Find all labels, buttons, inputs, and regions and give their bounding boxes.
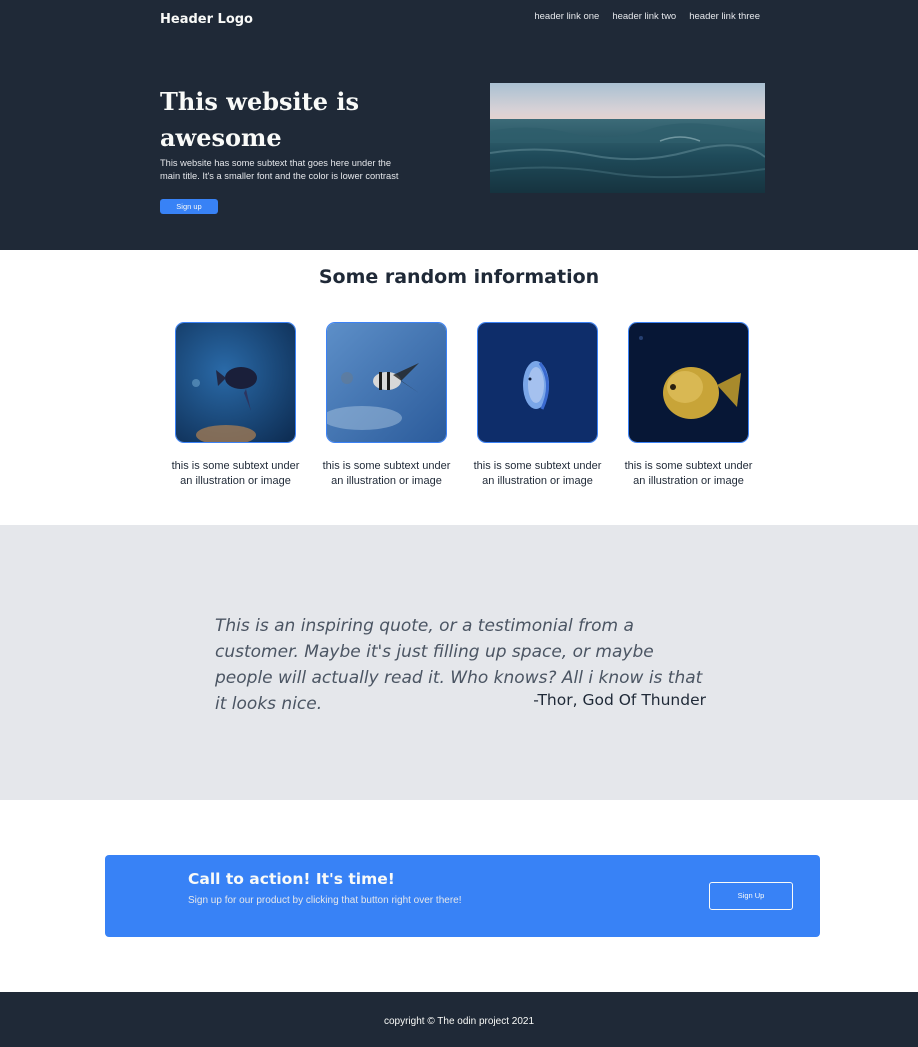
- hero-title: This website is awesome: [160, 87, 359, 152]
- yellow-fish-image: [628, 322, 749, 443]
- hero-subtext: This website has some subtext that goes …: [160, 158, 399, 181]
- header-link-one[interactable]: header link one: [534, 11, 599, 22]
- header-nav: header link one header link two header l…: [534, 11, 760, 22]
- cta-signup-button[interactable]: Sign Up: [709, 882, 793, 910]
- header-link-two[interactable]: header link two: [612, 11, 676, 22]
- call-to-action-banner: Call to action! It's time! Sign up for o…: [105, 855, 820, 937]
- card-subtext: this is some subtext under an illustrati…: [473, 460, 602, 487]
- card-subtext: this is some subtext under an illustrati…: [322, 460, 451, 487]
- striped-fish-image: [326, 322, 447, 443]
- info-card: this is some subtext under an illustrati…: [474, 322, 601, 489]
- info-cards: this is some subtext under an illustrati…: [172, 322, 752, 489]
- footer: copyright © The odin project 2021: [0, 992, 918, 1047]
- info-section-title: Some random information: [318, 266, 600, 288]
- header-logo[interactable]: Header Logo: [160, 12, 253, 27]
- card-subtext: this is some subtext under an illustrati…: [171, 460, 300, 487]
- hero-signup-button[interactable]: Sign up: [160, 199, 218, 214]
- ocean-wave-image: [490, 83, 765, 193]
- info-card: this is some subtext under an illustrati…: [323, 322, 450, 489]
- quote-section: This is an inspiring quote, or a testimo…: [0, 525, 918, 800]
- card-subtext: this is some subtext under an illustrati…: [624, 460, 753, 487]
- footer-copyright: copyright © The odin project 2021: [383, 1016, 535, 1027]
- cta-title: Call to action! It's time!: [188, 870, 395, 888]
- info-card: this is some subtext under an illustrati…: [172, 322, 299, 489]
- header-link-three[interactable]: header link three: [689, 11, 760, 22]
- dark-fish-image: [175, 322, 296, 443]
- info-card: this is some subtext under an illustrati…: [625, 322, 752, 489]
- cta-subtext: Sign up for our product by clicking that…: [188, 895, 462, 906]
- quote-author: -Thor, God Of Thunder: [533, 691, 706, 709]
- hero-section: Header Logo header link one header link …: [0, 0, 918, 250]
- blue-discus-image: [477, 322, 598, 443]
